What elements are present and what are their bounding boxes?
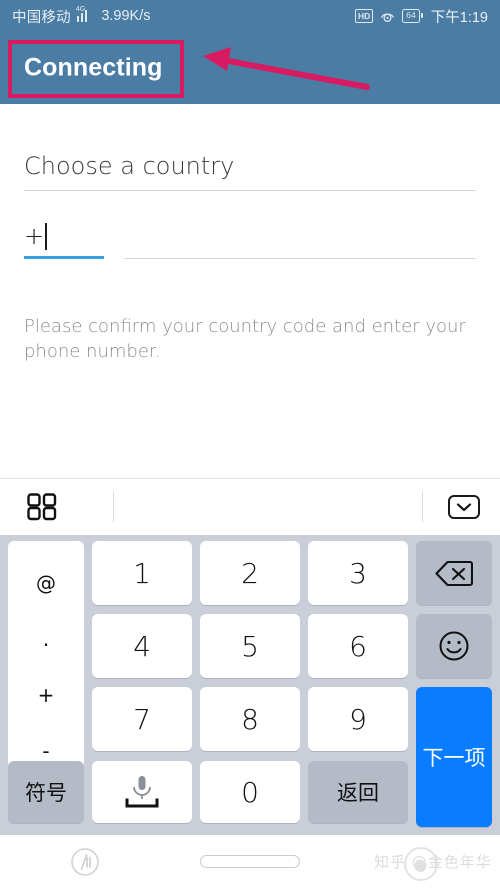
clock-label: 下午1:19 — [430, 9, 488, 26]
key-1[interactable]: 1 — [92, 541, 192, 605]
carrier-name: 中国移动 — [12, 9, 71, 26]
country-field-underline — [24, 190, 476, 191]
country-code-underline-focused — [24, 256, 104, 259]
key-emoji[interactable] — [416, 614, 492, 678]
phone-number-field[interactable] — [124, 222, 476, 259]
home-pill-icon[interactable] — [200, 855, 300, 868]
key-6[interactable]: 6 — [308, 614, 408, 678]
data-speed-label: 3.99K/s — [101, 8, 151, 24]
country-code-value-wrap: + — [24, 222, 104, 256]
toolbar-divider-left — [113, 492, 114, 522]
key-7[interactable]: 7 — [92, 687, 192, 751]
battery-level-label: 64 — [402, 8, 420, 24]
signal-strength-icon: 4G — [76, 6, 92, 22]
microphone-icon — [125, 776, 159, 808]
key-3[interactable]: 3 — [308, 541, 408, 605]
backspace-icon — [435, 560, 473, 586]
numeric-keypad: @ . + - 1 2 3 4 5 6 7 8 9 下一项 符号 0 返回 — [0, 535, 500, 835]
status-bar-right: HD 64 下午1:19 — [355, 6, 488, 27]
phone-field-underline — [124, 258, 476, 259]
status-bar-left: 中国移动 4G 3.99K/s — [12, 6, 150, 27]
key-0[interactable]: 0 — [200, 761, 300, 823]
key-8[interactable]: 8 — [200, 687, 300, 751]
key-plus[interactable]: + — [8, 685, 84, 705]
emoji-icon — [439, 631, 469, 661]
key-at[interactable]: @ — [8, 573, 84, 593]
hd-badge-icon: HD — [355, 9, 374, 23]
system-navigation-bar: 知乎 @金色年华 ● — [0, 835, 500, 888]
country-code-field[interactable]: + — [24, 222, 104, 259]
key-backspace[interactable] — [416, 541, 492, 605]
eye-care-icon — [380, 10, 395, 23]
phone-number-value — [124, 222, 476, 258]
key-symbols-mode[interactable]: 符号 — [8, 761, 84, 823]
key-return[interactable]: 返回 — [308, 761, 408, 823]
phone-screen: 中国移动 4G 3.99K/s HD 64 下午1:19 Connecting … — [0, 0, 500, 888]
key-symbols-column[interactable]: @ . + - — [8, 541, 84, 793]
grid-apps-icon[interactable] — [27, 493, 57, 521]
toolbar-divider-right — [422, 492, 423, 522]
text-caret — [45, 222, 48, 250]
country-code-value: + — [24, 222, 45, 250]
country-field-placeholder: Choose a country — [24, 152, 235, 180]
watermark-logo-icon: ● — [404, 847, 438, 881]
page-title: Connecting — [24, 53, 163, 82]
key-2[interactable]: 2 — [200, 541, 300, 605]
key-4[interactable]: 4 — [92, 614, 192, 678]
network-type-label: 4G — [75, 6, 86, 13]
key-space-voice[interactable] — [92, 761, 192, 823]
keyboard-toolbar — [0, 479, 500, 535]
key-next-action[interactable]: 下一项 — [416, 687, 492, 827]
watermark: 知乎 @金色年华 ● — [374, 847, 494, 881]
battery-icon: 64 — [402, 8, 423, 24]
chevron-down-icon[interactable] — [448, 495, 480, 519]
country-select-field[interactable]: Choose a country — [24, 152, 476, 191]
status-bar: 中国移动 4G 3.99K/s HD 64 下午1:19 — [0, 0, 500, 32]
form-hint-text: Please confirm your country code and ent… — [24, 316, 466, 362]
key-9[interactable]: 9 — [308, 687, 408, 751]
key-minus[interactable]: - — [8, 741, 84, 761]
key-5[interactable]: 5 — [200, 614, 300, 678]
back-navigation-icon[interactable] — [70, 847, 100, 877]
app-bar: Connecting — [0, 32, 500, 104]
key-dot[interactable]: . — [8, 629, 84, 649]
